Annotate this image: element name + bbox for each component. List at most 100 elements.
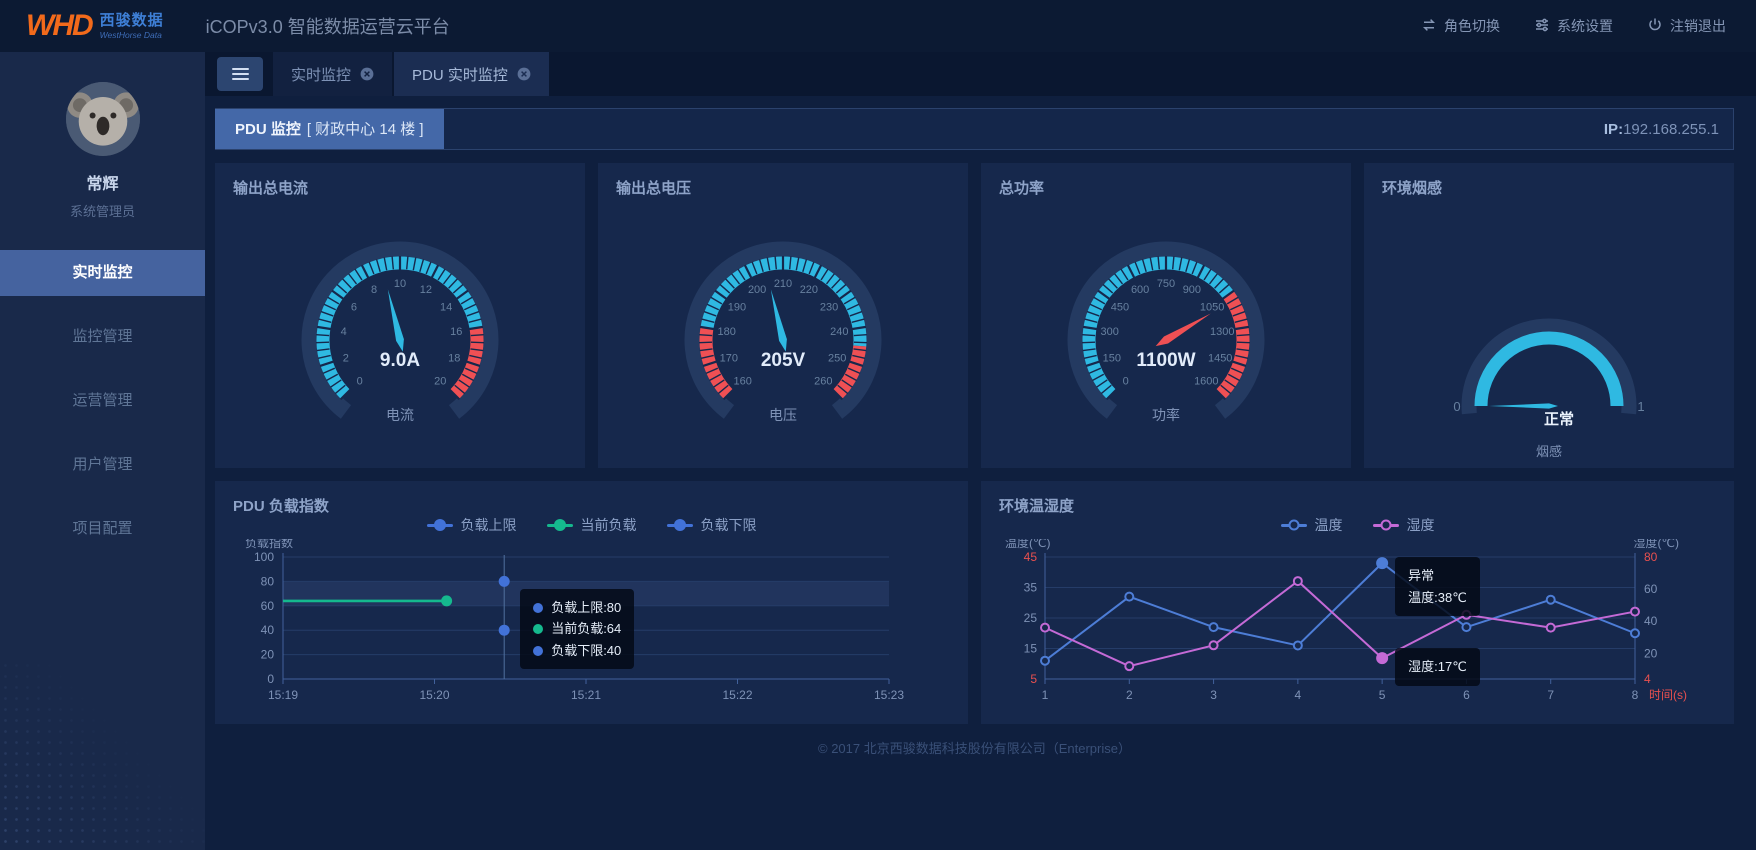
- voltage-gauge: 160170180190200210220230240250260205V电压: [616, 224, 950, 456]
- gauge-card-current: 输出总电流 024681012141618209.0A电流: [215, 163, 585, 468]
- svg-text:15:20: 15:20: [419, 688, 449, 702]
- particles-decoration: [0, 660, 205, 850]
- svg-text:湿度(℃): 湿度(℃): [1634, 539, 1679, 550]
- page-title: PDU 监控 [ 财政中心 14 楼 ]: [215, 109, 444, 149]
- role-switch-button[interactable]: 角色切换: [1421, 16, 1500, 36]
- legend-item-负载下限[interactable]: 负载下限: [667, 515, 757, 535]
- svg-text:1300: 1300: [1210, 326, 1234, 338]
- svg-text:450: 450: [1111, 301, 1129, 313]
- tab-realtime-monitor[interactable]: 实时监控: [273, 52, 392, 96]
- svg-text:8: 8: [1632, 688, 1639, 702]
- svg-text:150: 150: [1103, 353, 1121, 365]
- power-gauge: 015030045060075090010501300145016001100W…: [999, 224, 1333, 456]
- role-switch-label: 角色切换: [1444, 16, 1500, 36]
- svg-text:40: 40: [261, 623, 275, 637]
- user-role: 系统管理员: [0, 201, 205, 220]
- svg-text:190: 190: [728, 301, 746, 313]
- svg-text:250: 250: [828, 353, 846, 365]
- svg-text:正常: 正常: [1544, 410, 1574, 428]
- svg-text:45: 45: [1024, 550, 1038, 564]
- gauge-card-voltage: 输出总电压 1601701801902002102202302402502602…: [598, 163, 968, 468]
- svg-text:10: 10: [394, 278, 406, 290]
- tab-label: PDU 实时监控: [412, 64, 508, 85]
- svg-text:8: 8: [371, 284, 377, 296]
- menu-toggle-button[interactable]: [217, 57, 263, 91]
- tab-close-icon[interactable]: [360, 67, 374, 81]
- legend-item-湿度[interactable]: 湿度: [1373, 515, 1435, 535]
- svg-text:1: 1: [1042, 688, 1049, 702]
- svg-text:6: 6: [1463, 688, 1470, 702]
- logo-en: WestHorse Data: [100, 31, 164, 40]
- svg-text:230: 230: [820, 301, 838, 313]
- avatar[interactable]: [66, 82, 140, 156]
- svg-text:15:22: 15:22: [722, 688, 752, 702]
- logout-icon: [1647, 17, 1663, 36]
- svg-text:16: 16: [450, 326, 462, 338]
- gauge-svg: 160170180190200210220230240250260205V电压: [653, 224, 913, 456]
- settings-icon: [1534, 17, 1550, 36]
- svg-text:5: 5: [1379, 688, 1386, 702]
- sidebar-item-user-mgmt[interactable]: 用户管理: [0, 442, 205, 488]
- svg-text:负载指数: 负载指数: [245, 539, 293, 550]
- gauge-svg: 01正常烟感: [1419, 258, 1679, 458]
- env-chart-legend: 温度 湿度: [981, 515, 1734, 535]
- card-title: 输出总电流: [233, 177, 567, 198]
- current-gauge: 024681012141618209.0A电流: [233, 224, 567, 456]
- svg-text:15:23: 15:23: [874, 688, 904, 702]
- logout-button[interactable]: 注销退出: [1647, 16, 1726, 36]
- card-title: 输出总电压: [616, 177, 950, 198]
- svg-text:12: 12: [420, 284, 432, 296]
- svg-text:80: 80: [1644, 550, 1658, 564]
- legend-item-负载上限[interactable]: 负载上限: [427, 515, 517, 535]
- svg-text:210: 210: [774, 278, 792, 290]
- svg-text:5: 5: [1030, 672, 1037, 686]
- svg-text:15:19: 15:19: [268, 688, 298, 702]
- logo-acronym: WHD: [26, 9, 92, 43]
- legend-item-当前负载[interactable]: 当前负载: [547, 515, 637, 535]
- gauge-card-power: 总功率 015030045060075090010501300145016001…: [981, 163, 1351, 468]
- card-title: 总功率: [999, 177, 1333, 198]
- title-bar: PDU 监控 [ 财政中心 14 楼 ] IP:192.168.255.1: [215, 108, 1734, 150]
- svg-text:170: 170: [720, 353, 738, 365]
- app-title: iCOPv3.0 智能数据运营云平台: [206, 13, 450, 39]
- svg-text:6: 6: [351, 301, 357, 313]
- svg-text:35: 35: [1024, 581, 1038, 595]
- svg-text:14: 14: [440, 301, 452, 313]
- load-chart-legend: 负载上限 当前负载 负载下限: [215, 515, 968, 535]
- svg-text:260: 260: [814, 375, 832, 387]
- svg-text:0: 0: [267, 672, 274, 686]
- svg-text:1600: 1600: [1194, 375, 1218, 387]
- tab-close-icon[interactable]: [517, 67, 531, 81]
- tab-pdu-realtime-monitor[interactable]: PDU 实时监控: [394, 52, 549, 96]
- card-title: 环境烟感: [1382, 177, 1716, 198]
- system-settings-button[interactable]: 系统设置: [1534, 16, 1613, 36]
- svg-text:60: 60: [1644, 582, 1658, 596]
- header-actions: 角色切换 系统设置 注销退出: [1421, 16, 1756, 36]
- svg-text:4: 4: [1295, 688, 1302, 702]
- svg-text:4: 4: [341, 326, 347, 338]
- svg-text:240: 240: [830, 326, 848, 338]
- svg-text:时间(s): 时间(s): [1649, 688, 1687, 702]
- svg-text:600: 600: [1131, 284, 1149, 296]
- sidebar-item-operation-mgmt[interactable]: 运营管理: [0, 378, 205, 424]
- svg-text:18: 18: [448, 353, 460, 365]
- chart-tooltip: 异常温度:38℃: [1395, 557, 1480, 616]
- svg-text:160: 160: [734, 375, 752, 387]
- svg-text:20: 20: [434, 375, 446, 387]
- legend-item-温度[interactable]: 温度: [1281, 515, 1343, 535]
- gauge-svg: 024681012141618209.0A电流: [270, 224, 530, 456]
- sidebar-item-project-config[interactable]: 项目配置: [0, 506, 205, 552]
- load-chart-card: PDU 负载指数 负载上限当前负载负载下限 020406080100负载指数15…: [215, 481, 968, 724]
- user-profile: 常辉 系统管理员: [0, 52, 205, 220]
- sidebar-item-realtime-monitor[interactable]: 实时监控: [0, 250, 205, 296]
- smoke-gauge: 01正常烟感: [1382, 258, 1716, 458]
- svg-text:300: 300: [1101, 326, 1119, 338]
- system-settings-label: 系统设置: [1557, 16, 1613, 36]
- tab-strip: 实时监控 PDU 实时监控: [205, 52, 1756, 96]
- app-root: WHD 西骏数据 WestHorse Data iCOPv3.0 智能数据运营云…: [0, 0, 1756, 850]
- sidebar-item-monitor-mgmt[interactable]: 监控管理: [0, 314, 205, 360]
- svg-text:180: 180: [718, 326, 736, 338]
- svg-text:15: 15: [1024, 642, 1038, 656]
- svg-text:9.0A: 9.0A: [380, 350, 420, 371]
- gauge-card-smoke: 环境烟感 01正常烟感: [1364, 163, 1734, 468]
